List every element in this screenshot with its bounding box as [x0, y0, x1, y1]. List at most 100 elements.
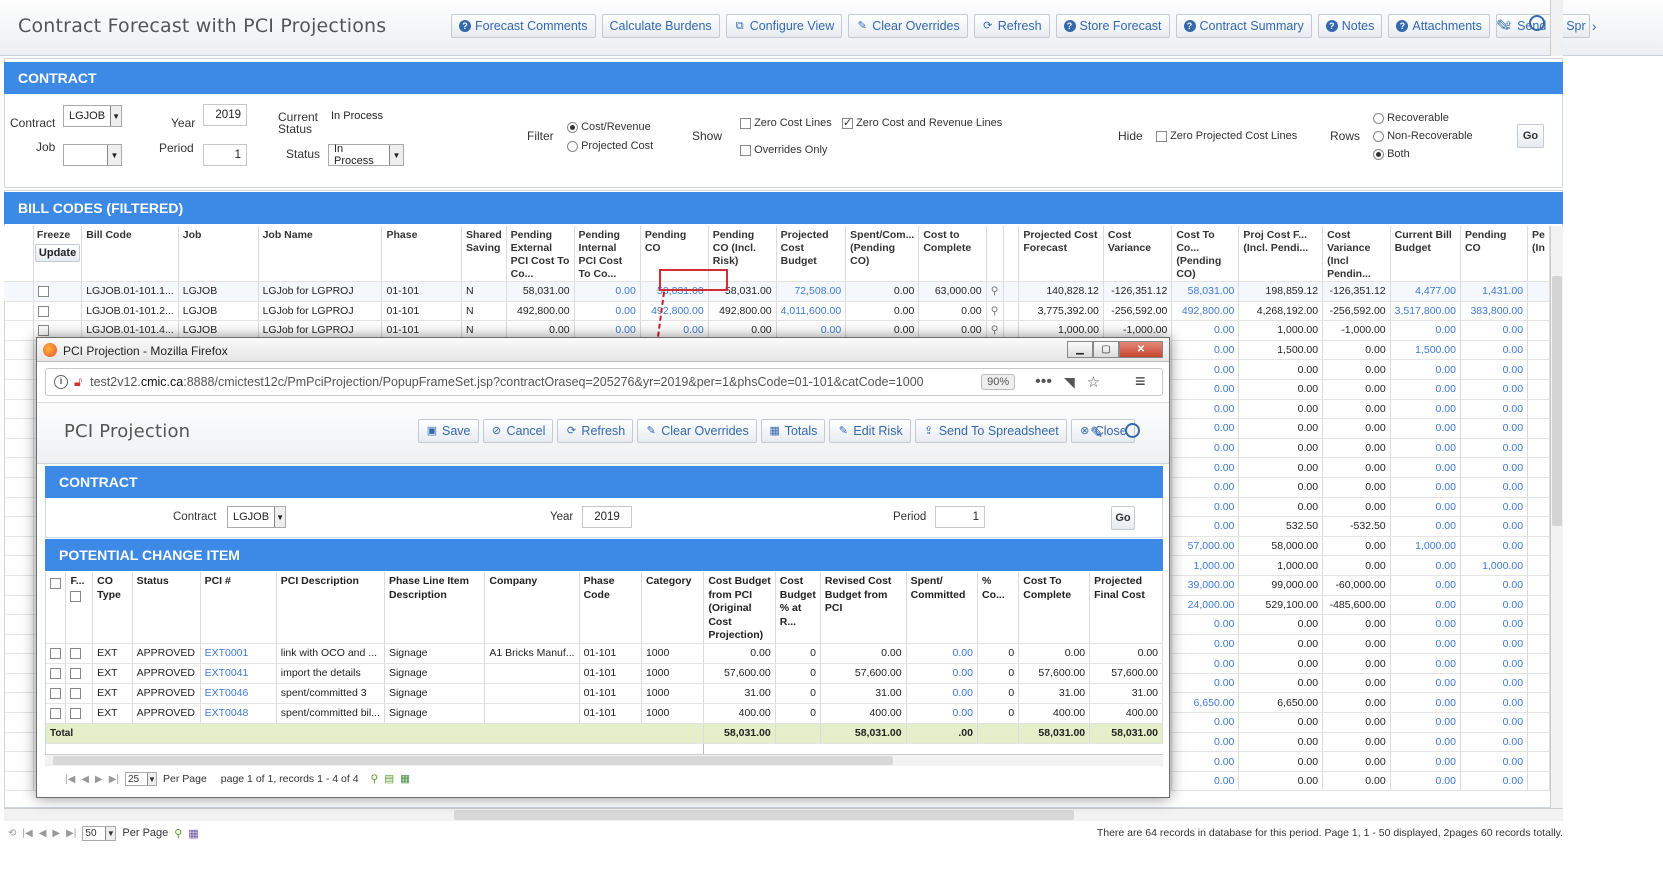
amount-cell[interactable]: 1,000.00 — [1390, 536, 1461, 557]
filter-icon[interactable]: ⚲ — [174, 827, 182, 840]
amount-cell[interactable]: 0.00 — [1460, 692, 1529, 714]
amount-cell[interactable]: 0.00 — [1171, 653, 1240, 674]
pending-co-2-header[interactable]: Pending CO — [1460, 226, 1529, 282]
cost-to-complete-pending-header[interactable]: Cost To Co... (Pending CO) — [1171, 226, 1240, 282]
amount-cell[interactable]: 0.00 — [1460, 634, 1529, 655]
amount-cell[interactable]: 1,000.00 — [1460, 555, 1529, 576]
rows-recoverable-radio[interactable]: Recoverable — [1373, 112, 1449, 124]
amount-cell[interactable]: 0.00 — [1390, 732, 1461, 753]
amount-cell[interactable]: 0.00 — [1390, 497, 1461, 518]
amount-cell[interactable]: 0.00 — [1460, 673, 1529, 694]
pending-external-pci-header[interactable]: Pending External PCI Cost To Co... — [506, 226, 575, 282]
co-type-header[interactable]: CO Type — [92, 572, 133, 644]
amount-cell[interactable]: 0.00 — [1390, 320, 1461, 341]
amount-cell[interactable]: 0.00 — [1171, 457, 1240, 478]
next-page-icon[interactable]: ▶ — [52, 828, 60, 839]
excel-icon[interactable]: ▦ — [400, 773, 410, 785]
bookmark-star-icon[interactable]: ☆ — [1087, 373, 1100, 391]
amount-cell[interactable]: 0.00 — [1171, 712, 1240, 733]
amount-cell[interactable]: 0.00 — [1460, 575, 1529, 596]
bill-code-row[interactable]: LGJOB.01-101.1... LGJOB LGJob for LGPROJ 01… — [4, 281, 1550, 302]
last-page-icon[interactable]: ▶| — [66, 828, 76, 839]
last-page-icon[interactable]: ▶| — [109, 774, 119, 785]
notes-button[interactable]: ? Notes — [1317, 14, 1383, 38]
popup-send-to-spreadsheet-button[interactable]: ⇪ Send To Spreadsheet — [914, 419, 1067, 443]
select-all-checkbox[interactable] — [50, 578, 61, 589]
amount-cell[interactable]: 0.00 — [1460, 536, 1529, 557]
zoom-level[interactable]: 90% — [981, 374, 1016, 390]
amount-cell[interactable]: 0.00 — [1460, 418, 1529, 439]
header-scrollbar[interactable] — [1550, 0, 1563, 56]
phase-line-item-header[interactable]: Phase Line Item Description — [384, 572, 486, 644]
pci-amount-cell[interactable]: 0.00 — [906, 643, 978, 664]
amount-cell[interactable]: 0.00 — [1171, 673, 1240, 694]
pci-row[interactable]: EXT APPROVED EXT0048 spent/committed bil...… — [46, 703, 1163, 724]
pocket-icon[interactable]: ◥ — [1064, 374, 1075, 391]
hamburger-menu-icon[interactable]: ≡ — [1135, 371, 1146, 392]
cost-budget-pci-header[interactable]: Cost Budget from PCI (Original Cost Proj… — [703, 572, 776, 644]
amount-cell[interactable]: 0.00 — [1460, 320, 1529, 341]
amount-cell[interactable]: 0.00 — [1390, 673, 1461, 694]
minimize-window-button[interactable]: ▁ — [1067, 341, 1093, 358]
row-select-checkbox[interactable] — [50, 667, 61, 679]
pci-amount-cell[interactable]: 0.00 — [906, 663, 978, 684]
projected-final-cost-header[interactable]: Projected Final Cost — [1089, 572, 1163, 644]
pci-row[interactable]: EXT APPROVED EXT0041 import the details Sign… — [46, 663, 1163, 684]
spreadsheet-icon[interactable]: ▦ — [188, 827, 198, 840]
projected-cost-budget-header[interactable]: Projected Cost Budget — [776, 226, 847, 282]
refresh-button[interactable]: ⟳ Refresh — [973, 14, 1050, 38]
amount-cell[interactable]: 0.00 — [1171, 614, 1240, 635]
amount-cell[interactable]: 0.00 — [1460, 653, 1529, 674]
rows-non-recoverable-radio[interactable]: Non-Recoverable — [1373, 130, 1473, 142]
popup-user-icon[interactable] — [1125, 423, 1140, 438]
amount-cell[interactable]: 0.00 — [1390, 477, 1461, 498]
amount-cell[interactable]: 0.00 — [1460, 438, 1529, 459]
shared-saving-header[interactable]: Shared Saving — [461, 226, 507, 282]
forecast-comments-button[interactable]: ? Forecast Comments — [451, 14, 596, 38]
pe-incl-header[interactable]: Pe (In — [1527, 226, 1550, 282]
amount-cell[interactable]: 3,517,800.00 — [1390, 301, 1461, 322]
amount-cell[interactable]: 0.00 — [1390, 575, 1461, 596]
first-page-icon[interactable]: |◀ — [22, 828, 32, 839]
amount-cell[interactable]: 4,011,600.00 — [776, 301, 847, 322]
amount-cell[interactable]: 57,000.00 — [1171, 536, 1240, 557]
amount-cell[interactable]: 0.00 — [1171, 379, 1240, 400]
job-select[interactable]: ▼ — [63, 144, 122, 166]
insecure-lock-icon[interactable]: 🔓︎ — [74, 375, 82, 390]
prev-page-icon[interactable]: ◀ — [81, 774, 89, 785]
amount-cell[interactable]: 0.00 — [1171, 477, 1240, 498]
job-header[interactable]: Job — [178, 226, 259, 282]
bill-code-header[interactable]: Bill Code — [81, 226, 179, 282]
amount-cell[interactable]: 0.00 — [1460, 732, 1529, 753]
status-header[interactable]: Status — [132, 572, 201, 644]
amount-cell[interactable]: 0.00 — [574, 281, 641, 302]
store-forecast-button[interactable]: ? Store Forecast — [1055, 14, 1170, 38]
proj-cost-forecast-incl-header[interactable]: Proj Cost F... (Incl. Pendi... — [1238, 226, 1324, 282]
go-button[interactable]: Go — [1517, 124, 1544, 148]
amount-cell[interactable]: 0.00 — [1390, 438, 1461, 459]
amount-cell[interactable]: 0.00 — [1390, 712, 1461, 733]
amount-cell[interactable]: 0.00 — [1460, 497, 1529, 518]
amount-cell[interactable]: 6,650.00 — [1171, 692, 1240, 714]
pci-cell[interactable]: EXT0001 — [200, 643, 277, 664]
popup-period-input[interactable]: 1 — [935, 506, 985, 528]
amount-cell[interactable]: 492,800.00 — [1171, 301, 1240, 322]
search-icon[interactable]: ⚲ — [986, 281, 1004, 302]
row-freeze-checkbox[interactable] — [70, 687, 82, 699]
show-zero-cost-revenue-checkbox[interactable]: Zero Cost and Revenue Lines — [842, 116, 1002, 129]
amount-cell[interactable]: 0.00 — [1390, 653, 1461, 674]
category-header[interactable]: Category — [641, 572, 705, 644]
row-freeze-checkbox[interactable] — [70, 647, 82, 659]
calculate-burdens-button[interactable]: Calculate Burdens — [601, 14, 720, 38]
popup-edit-icon[interactable]: ✎ — [1090, 423, 1103, 443]
more-actions-icon[interactable]: ••• — [1035, 373, 1052, 391]
amount-cell[interactable]: 0.00 — [1460, 477, 1529, 498]
pci-row[interactable]: EXT APPROVED EXT0046 spent/committed 3 Signa… — [46, 683, 1163, 704]
popup-per-page-select[interactable]: 25 ▼ — [125, 772, 157, 786]
popup-clear-overrides-button[interactable]: ✎ Clear Overrides — [637, 419, 757, 443]
pci-amount-cell[interactable]: 0.00 — [906, 683, 978, 704]
amount-cell[interactable]: 0.00 — [1460, 457, 1529, 478]
amount-cell[interactable]: 0.00 — [1171, 516, 1240, 537]
amount-cell[interactable]: 58,031.00 — [1171, 281, 1240, 302]
revised-cost-budget-header[interactable]: Revised Cost Budget from PCI — [820, 572, 907, 644]
